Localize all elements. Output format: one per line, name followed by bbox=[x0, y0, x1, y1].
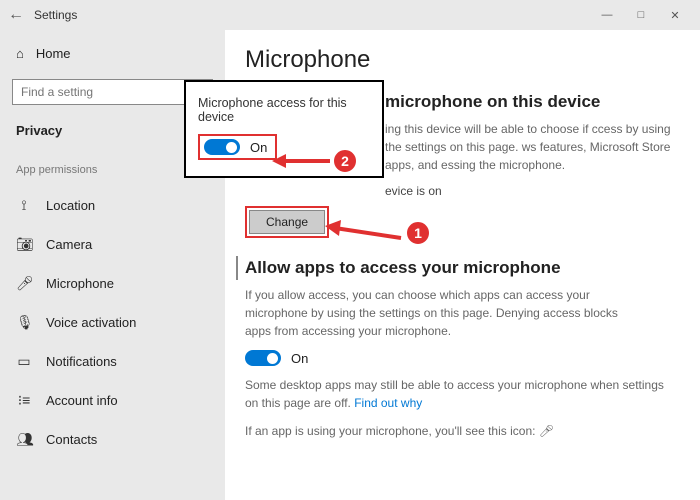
annotation-callout-1: 1 bbox=[325, 218, 431, 248]
scroll-indicator bbox=[236, 256, 238, 280]
arrow-icon bbox=[325, 218, 405, 248]
sidebar-item-label: Voice activation bbox=[46, 315, 136, 330]
flyout-title: Microphone access for this device bbox=[198, 96, 370, 124]
device-access-toggle-label: On bbox=[250, 140, 267, 155]
section-body-device-access: ing this device will be able to choose i… bbox=[385, 120, 676, 174]
minimize-icon[interactable]: — bbox=[590, 1, 624, 29]
allow-apps-toggle-label: On bbox=[291, 351, 308, 366]
sidebar-item-contacts[interactable]: 👥︎ Contacts bbox=[12, 422, 225, 457]
mic-icon-note: If an app is using your microphone, you'… bbox=[245, 422, 676, 440]
sidebar-item-label: Account info bbox=[46, 393, 118, 408]
sidebar-item-label: Notifications bbox=[46, 354, 117, 369]
section-heading-allow-apps: Allow apps to access your microphone bbox=[245, 258, 676, 278]
change-button[interactable]: Change bbox=[249, 210, 325, 234]
contacts-icon: 👥︎ bbox=[16, 431, 32, 448]
app-title: Settings bbox=[28, 8, 77, 22]
allow-apps-toggle[interactable] bbox=[245, 350, 281, 366]
annotation-highlight-change: Change bbox=[245, 206, 329, 238]
microphone-icon: 🎤︎ bbox=[16, 275, 32, 292]
section-body-allow-apps: If you allow access, you can choose whic… bbox=[245, 286, 625, 340]
back-icon[interactable]: ← bbox=[8, 6, 28, 24]
annotation-number-2: 2 bbox=[332, 148, 358, 174]
device-access-status: evice is on bbox=[385, 184, 676, 198]
home-label: Home bbox=[36, 46, 71, 61]
sidebar-home[interactable]: ⌂ Home bbox=[12, 40, 225, 67]
sidebar-item-camera[interactable]: 📷︎ Camera bbox=[12, 227, 225, 262]
location-icon: ⟟ bbox=[16, 197, 32, 214]
titlebar: ← Settings — □ ✕ bbox=[0, 0, 700, 30]
sidebar-item-label: Contacts bbox=[46, 432, 97, 447]
find-out-why-link[interactable]: Find out why bbox=[354, 396, 422, 410]
page-title: Microphone bbox=[245, 46, 676, 74]
sidebar-item-label: Location bbox=[46, 198, 95, 213]
maximize-icon[interactable]: □ bbox=[624, 1, 658, 29]
search-input[interactable] bbox=[12, 79, 213, 105]
annotation-number-1: 1 bbox=[405, 220, 431, 246]
desktop-apps-note: Some desktop apps may still be able to a… bbox=[245, 376, 665, 412]
sidebar-item-location[interactable]: ⟟ Location bbox=[12, 188, 225, 223]
account-icon: ⁝≡ bbox=[16, 392, 32, 409]
sidebar-item-microphone[interactable]: 🎤︎ Microphone bbox=[12, 266, 225, 301]
close-icon[interactable]: ✕ bbox=[658, 1, 692, 29]
sidebar-item-label: Microphone bbox=[46, 276, 114, 291]
sidebar-item-label: Camera bbox=[46, 237, 92, 252]
microphone-status-icon: 🎤︎ bbox=[539, 424, 554, 438]
notifications-icon: ▭ bbox=[16, 353, 32, 370]
sidebar-item-notifications[interactable]: ▭ Notifications bbox=[12, 344, 225, 379]
home-icon: ⌂ bbox=[16, 46, 24, 61]
voice-icon: 🎙︎ bbox=[16, 314, 32, 331]
sidebar-item-voice-activation[interactable]: 🎙︎ Voice activation bbox=[12, 305, 225, 340]
arrow-icon bbox=[272, 149, 332, 173]
window-controls: — □ ✕ bbox=[590, 1, 692, 29]
annotation-callout-2: 2 bbox=[272, 148, 358, 174]
device-access-toggle[interactable] bbox=[204, 139, 240, 155]
annotation-highlight-toggle: On bbox=[198, 134, 277, 160]
camera-icon: 📷︎ bbox=[16, 236, 32, 253]
sidebar-item-account-info[interactable]: ⁝≡ Account info bbox=[12, 383, 225, 418]
section-heading-device-access: microphone on this device bbox=[385, 92, 676, 112]
